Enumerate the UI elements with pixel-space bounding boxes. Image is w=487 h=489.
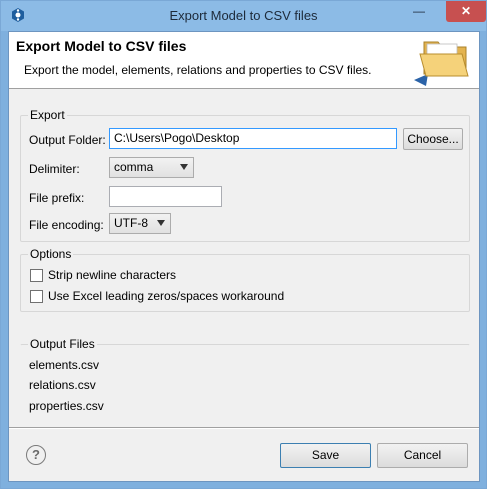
close-button[interactable]: ✕ xyxy=(446,1,486,22)
output-files-group: Output Files elements.csv relations.csv … xyxy=(20,337,470,417)
chevron-down-icon xyxy=(180,164,188,170)
output-folder-label: Output Folder: xyxy=(29,133,106,147)
help-icon[interactable]: ? xyxy=(26,445,46,465)
chevron-down-icon xyxy=(157,220,165,226)
options-group: Options Strip newline characters Use Exc… xyxy=(20,247,470,312)
file-prefix-label: File prefix: xyxy=(29,191,85,205)
folder-icon xyxy=(414,41,469,86)
output-file-item: relations.csv xyxy=(29,378,96,392)
footer-separator xyxy=(9,427,479,429)
delimiter-select[interactable]: comma xyxy=(109,157,194,178)
file-encoding-selected-value: UTF-8 xyxy=(114,216,148,230)
excel-workaround-checkbox[interactable] xyxy=(30,290,43,303)
output-folder-input[interactable]: C:\Users\Pogo\Desktop xyxy=(109,128,397,149)
export-group: Export Output Folder: C:\Users\Pogo\Desk… xyxy=(20,108,470,242)
header-banner: Export Model to CSV files Export the mod… xyxy=(9,32,479,89)
title-bar[interactable]: Export Model to CSV files — ✕ xyxy=(1,1,486,31)
strip-newline-label[interactable]: Strip newline characters xyxy=(48,268,176,282)
export-group-label: Export xyxy=(28,108,67,122)
excel-workaround-label[interactable]: Use Excel leading zeros/spaces workaroun… xyxy=(48,289,284,303)
strip-newline-checkbox[interactable] xyxy=(30,269,43,282)
minimize-button[interactable]: — xyxy=(406,1,432,22)
choose-button[interactable]: Choose... xyxy=(403,128,463,150)
delimiter-label: Delimiter: xyxy=(29,162,80,176)
file-prefix-input[interactable] xyxy=(109,186,222,207)
output-file-item: properties.csv xyxy=(29,399,104,413)
banner-description: Export the model, elements, relations an… xyxy=(24,63,372,77)
options-group-label: Options xyxy=(28,247,74,261)
banner-title: Export Model to CSV files xyxy=(16,38,187,54)
delimiter-selected-value: comma xyxy=(114,160,154,174)
output-file-item: elements.csv xyxy=(29,358,100,372)
dialog-window: Export Model to CSV files — ✕ Export Mod… xyxy=(0,0,487,489)
dialog-client-area: Export Model to CSV files Export the mod… xyxy=(8,31,480,482)
file-encoding-select[interactable]: UTF-8 xyxy=(109,213,171,234)
output-files-label: Output Files xyxy=(28,337,97,351)
cancel-button[interactable]: Cancel xyxy=(377,443,468,468)
file-encoding-label: File encoding: xyxy=(29,218,104,232)
save-button[interactable]: Save xyxy=(280,443,371,468)
